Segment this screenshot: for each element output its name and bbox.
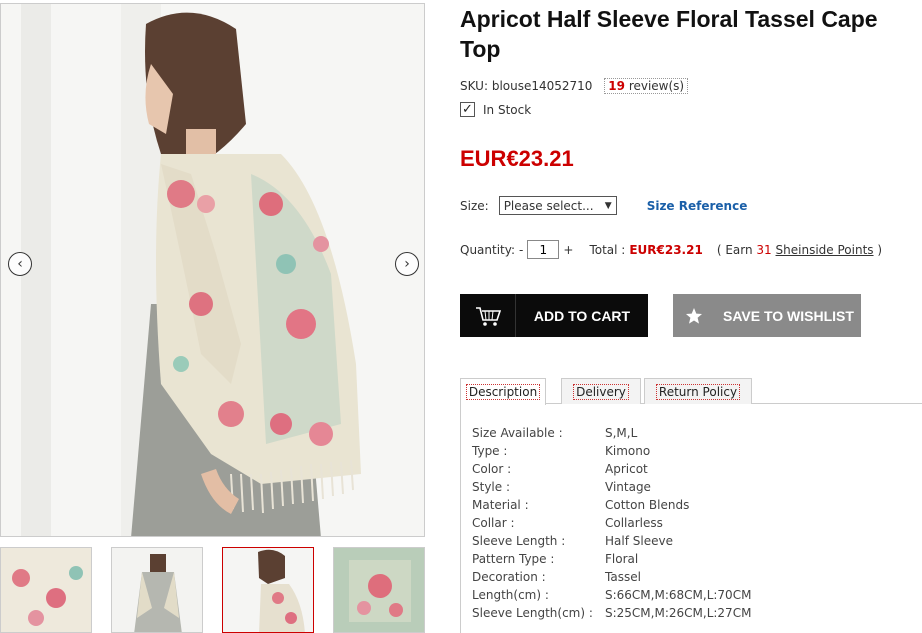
thumbnail-1[interactable] [0,547,92,633]
spec-row: Decoration : Tassel [472,570,641,584]
specs-table: Size Available : S,M,L Type : Kimono Color… [460,404,922,633]
spec-key: Sleeve Length(cm) : [472,606,593,620]
quantity-increase-button[interactable]: + [563,243,573,257]
checkmark-icon: ✓ [460,102,475,117]
add-to-cart-label: ADD TO CART [533,307,631,324]
product-price: EUR€23.21 [460,146,574,171]
reviews-link[interactable]: 19 review(s) [604,78,689,94]
sku-label: SKU: [460,79,488,93]
spec-key: Size Available : [472,426,563,440]
spec-key: Pattern Type : [472,552,555,566]
thumbnail-3[interactable] [222,547,314,633]
quantity-row: Quantity: - + Total : EUR€23.21 ( Earn 3… [460,240,882,259]
spec-row: Color : Apricot [472,462,648,476]
tab-return-policy[interactable]: Return Policy [644,378,752,404]
chevron-right-icon: › [404,256,410,272]
spec-value: S:66CM,M:68CM,L:70CM [605,588,752,602]
spec-row: Sleeve Length : Half Sleeve [472,534,673,548]
spec-row: Collar : Collarless [472,516,663,530]
total-price: EUR€23.21 [629,242,703,257]
spec-value: Half Sleeve [605,534,673,548]
review-label: review(s) [628,79,685,93]
spec-row: Type : Kimono [472,444,650,458]
total-label: Total : [589,242,626,257]
tab-delivery[interactable]: Delivery [561,378,641,404]
size-select-value: Please select... [503,198,594,213]
tab-delivery-label: Delivery [573,383,629,400]
save-to-wishlist-label: SAVE TO WISHLIST [723,307,854,324]
tab-description[interactable]: Description [460,378,546,405]
add-to-cart-button[interactable]: ADD TO CART [460,294,648,337]
gallery-prev-button[interactable]: ‹ [8,252,32,276]
spec-value: S,M,L [605,426,638,440]
dropdown-arrow-icon: ▼ [604,200,612,211]
spec-value: Vintage [605,480,651,494]
spec-row: Sleeve Length(cm) : S:25CM,M:26CM,L:27CM [472,606,751,620]
spec-value: Cotton Blends [605,498,690,512]
thumbnail-4[interactable] [333,547,425,633]
stock-status: ✓ In Stock [460,102,531,117]
spec-value: S:25CM,M:26CM,L:27CM [605,606,752,620]
spec-row: Length(cm) : S:66CM,M:68CM,L:70CM [472,588,751,602]
sku-row: SKU: blouse14052710 19 review(s) [460,78,689,94]
size-select[interactable]: Please select... ▼ [498,196,617,215]
spec-value: Floral [605,552,639,566]
product-main-image: ‹ › [0,3,425,537]
spec-row: Pattern Type : Floral [472,552,638,566]
thumbnail-2[interactable] [111,547,203,633]
earn-points: ( Earn 31 Sheinside Points ) [717,243,882,257]
thumbnail-strip [0,547,430,633]
sku-value: blouse14052710 [491,79,593,93]
product-title: Apricot Half Sleeve Floral Tassel Cape T… [460,6,878,62]
spec-key: Length(cm) : [472,588,549,602]
spec-row: Size Available : S,M,L [472,426,637,440]
spec-key: Decoration : [472,570,546,584]
size-label: Size: [460,198,489,213]
spec-key: Sleeve Length : [472,534,566,548]
size-row: Size: Please select... ▼ Size Reference [460,196,747,215]
quantity-input[interactable] [527,240,560,259]
model-photo [1,4,424,536]
save-to-wishlist-button[interactable]: SAVE TO WISHLIST [673,294,861,337]
tab-description-label: Description [465,384,541,400]
stock-label: In Stock [483,102,532,117]
spec-value: Collarless [605,516,663,530]
spec-value: Kimono [605,444,651,458]
spec-row: Style : Vintage [472,480,651,494]
earn-suffix: ) [877,242,883,257]
spec-key: Type : [472,444,508,458]
gallery-next-button[interactable]: › [395,252,419,276]
sheinside-points-link[interactable]: Sheinside Points [776,243,874,257]
earn-prefix: ( Earn [716,242,753,257]
spec-key: Style : [472,480,510,494]
spec-key: Color : [472,462,512,476]
cart-icon [460,294,516,337]
spec-key: Material : [472,498,529,512]
spec-row: Material : Cotton Blends [472,498,689,512]
review-count: 19 [608,79,625,93]
tab-return-policy-label: Return Policy [655,383,741,400]
quantity-decrease-button[interactable]: - [519,243,523,257]
product-tabs: Description Delivery Return Policy [460,378,922,405]
spec-key: Collar : [472,516,515,530]
size-reference-link[interactable]: Size Reference [647,199,748,213]
spec-value: Tassel [605,570,641,584]
chevron-left-icon: ‹ [17,256,23,272]
earn-points-value: 31 [756,242,772,257]
spec-value: Apricot [605,462,648,476]
star-icon [673,294,715,337]
quantity-label: Quantity: [460,242,516,257]
